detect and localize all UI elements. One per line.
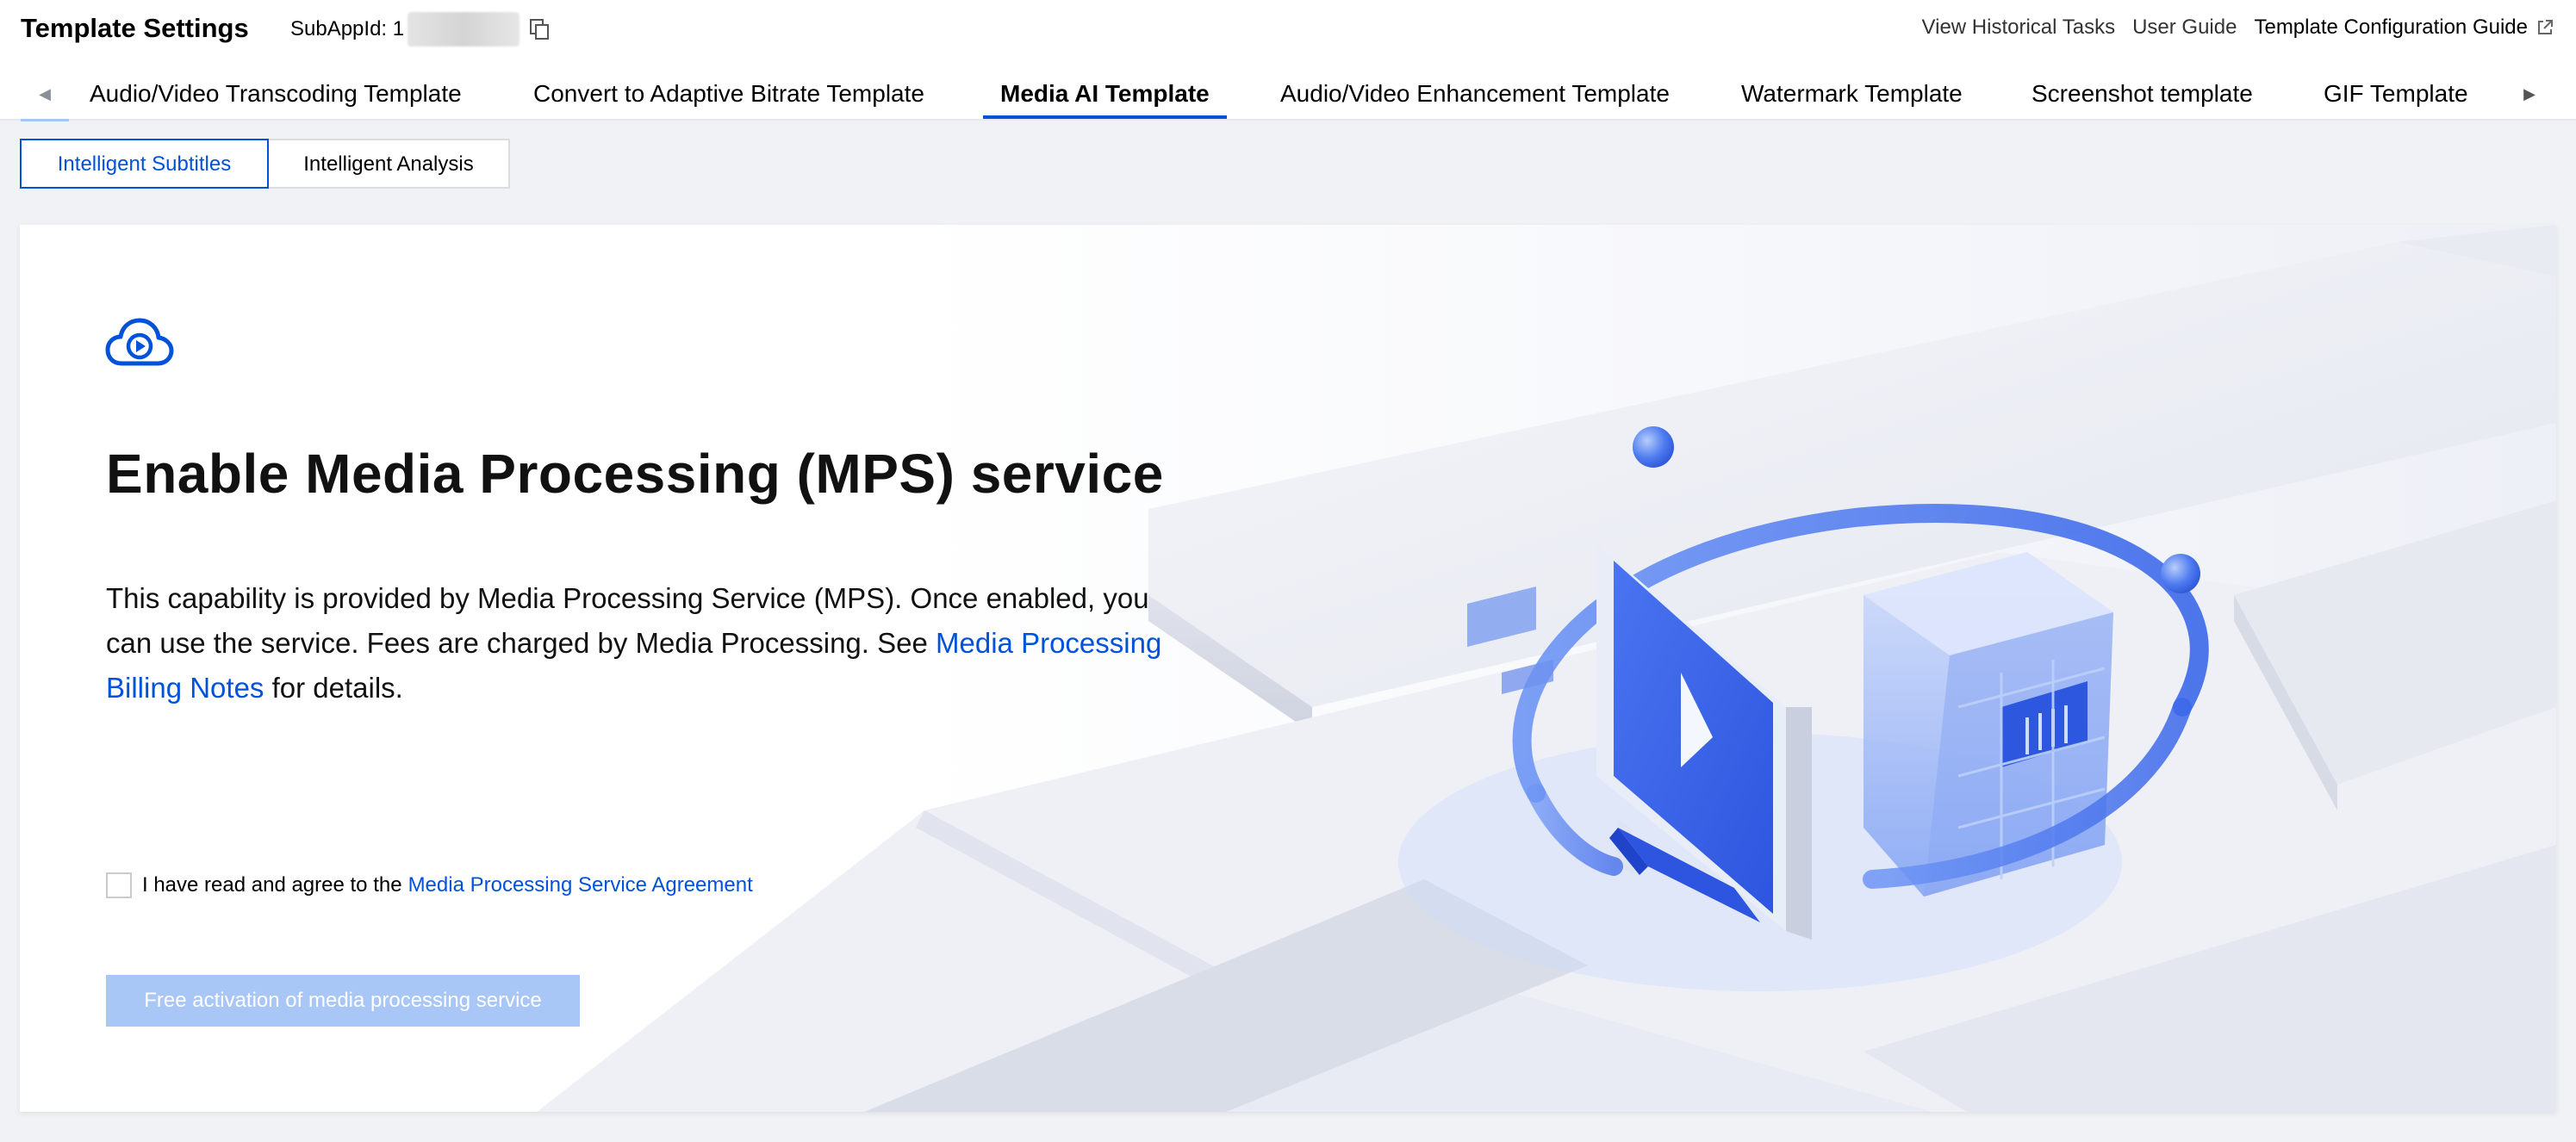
agreement-checkbox[interactable] <box>106 872 132 898</box>
header-links: View Historical Tasks User Guide Templat… <box>1922 12 2554 43</box>
view-historical-tasks-link[interactable]: View Historical Tasks <box>1922 12 2116 43</box>
page-title: Template Settings <box>21 13 249 43</box>
tab-watermark[interactable]: Watermark Template <box>1741 69 1963 119</box>
top-bar: Template Settings SubAppId: 1 View Histo… <box>0 0 2576 121</box>
subtab-group: Intelligent Subtitles Intelligent Analys… <box>20 139 510 189</box>
free-activation-button[interactable]: Free activation of media processing serv… <box>106 975 580 1027</box>
subappid-masked-value <box>408 12 520 47</box>
tab-audio-video-transcoding[interactable]: Audio/Video Transcoding Template <box>90 69 462 119</box>
agreement-label: I have read and agree to the <box>142 873 402 897</box>
template-configuration-guide-label: Template Configuration Guide <box>2254 16 2528 39</box>
tab-audio-video-enhancement[interactable]: Audio/Video Enhancement Template <box>1280 69 1670 119</box>
subtab-intelligent-subtitles[interactable]: Intelligent Subtitles <box>20 139 269 189</box>
subtab-intelligent-analysis[interactable]: Intelligent Analysis <box>267 139 510 189</box>
enable-service-card: Enable Media Processing (MPS) service Th… <box>20 225 2556 1112</box>
cloud-play-icon <box>105 318 174 366</box>
user-guide-link[interactable]: User Guide <box>2132 12 2237 43</box>
subappid: SubAppId: 1 <box>290 12 550 47</box>
enable-service-headline: Enable Media Processing (MPS) service <box>106 443 1164 505</box>
service-description: This capability is provided by Media Pro… <box>106 576 1174 711</box>
copy-icon[interactable] <box>530 19 550 40</box>
subappid-label: SubAppId: 1 <box>290 17 405 40</box>
tab-media-ai[interactable]: Media AI Template <box>983 69 1227 119</box>
description-suffix: for details. <box>264 672 403 704</box>
tab-screenshot[interactable]: Screenshot template <box>2032 69 2253 119</box>
template-tabs: ◀ Audio/Video Transcoding Template Conve… <box>0 69 2576 121</box>
external-link-icon <box>2538 20 2553 34</box>
service-agreement-link[interactable]: Media Processing Service Agreement <box>408 873 753 897</box>
tab-adaptive-bitrate[interactable]: Convert to Adaptive Bitrate Template <box>533 69 924 119</box>
agreement-row: I have read and agree to the Media Proce… <box>106 872 753 898</box>
caret-left-icon[interactable]: ◀ <box>21 69 69 121</box>
caret-right-icon[interactable]: ▶ <box>2505 69 2554 119</box>
tab-gif[interactable]: GIF Template <box>2324 69 2468 119</box>
template-configuration-guide-link[interactable]: Template Configuration Guide <box>2254 12 2554 43</box>
